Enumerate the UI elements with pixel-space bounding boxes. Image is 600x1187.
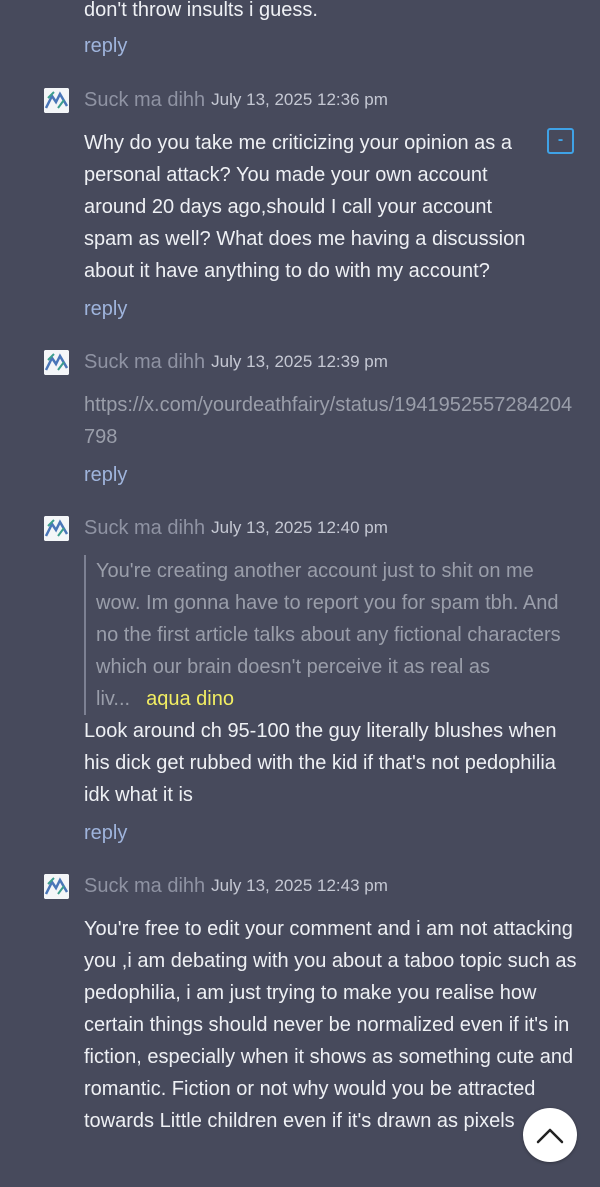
previous-comment-tail: don't throw insults i guess. — [84, 0, 318, 21]
comment-header: Suck ma dihh July 13, 2025 12:36 pm — [44, 86, 388, 114]
avatar[interactable] — [44, 873, 69, 899]
comment-author[interactable]: Suck ma dihh — [84, 875, 205, 898]
quoted-comment: You're creating another account just to … — [84, 555, 582, 715]
scroll-to-top-button[interactable] — [523, 1108, 577, 1162]
reply-link[interactable]: reply — [84, 298, 127, 321]
comment-body: You're free to edit your comment and i a… — [84, 918, 577, 1132]
comment-header: Suck ma dihh July 13, 2025 12:43 pm — [44, 872, 388, 900]
comment-author[interactable]: Suck ma dihh — [84, 351, 205, 374]
avatar[interactable] — [44, 515, 69, 541]
comment-link[interactable]: https://x.com/yourdeathfairy/status/1941… — [84, 389, 574, 453]
quote-author[interactable]: aqua dino — [146, 688, 234, 710]
collapse-button[interactable]: - — [547, 128, 574, 154]
avatar[interactable] — [44, 87, 69, 113]
reply-link[interactable]: reply — [84, 464, 127, 487]
comment-body: Look around ch 95-100 the guy literally … — [84, 720, 557, 806]
comment-author[interactable]: Suck ma dihh — [84, 89, 205, 112]
comment-timestamp: July 13, 2025 12:40 pm — [211, 518, 388, 537]
comment-header: Suck ma dihh July 13, 2025 12:39 pm — [44, 348, 388, 376]
comment-timestamp: July 13, 2025 12:43 pm — [211, 876, 388, 895]
reply-link[interactable]: reply — [84, 35, 127, 58]
comment-timestamp: July 13, 2025 12:36 pm — [211, 90, 388, 109]
comment-author[interactable]: Suck ma dihh — [84, 517, 205, 540]
reply-link[interactable]: reply — [84, 822, 127, 845]
comment-timestamp: July 13, 2025 12:39 pm — [211, 352, 388, 371]
comment-body: Why do you take me criticizing your opin… — [84, 132, 526, 282]
chevron-up-icon — [536, 1128, 564, 1144]
avatar[interactable] — [44, 349, 69, 375]
comment-header: Suck ma dihh July 13, 2025 12:40 pm — [44, 514, 388, 542]
